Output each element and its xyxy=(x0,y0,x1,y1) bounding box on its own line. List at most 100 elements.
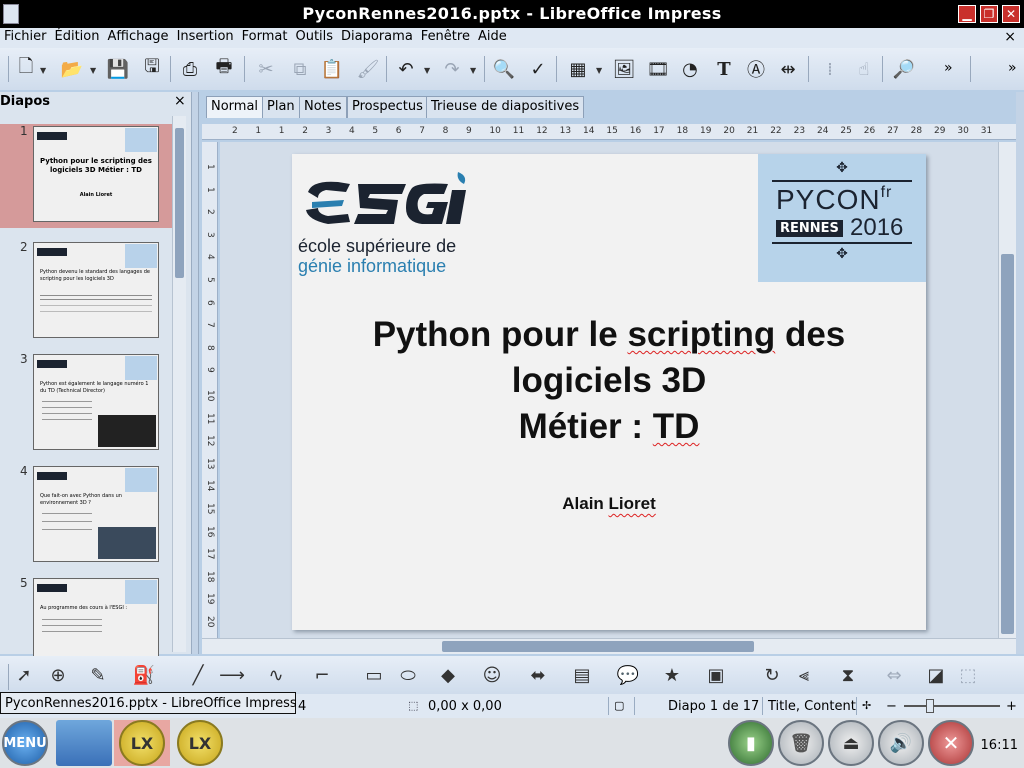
arrow-line-icon[interactable]: ⟶ xyxy=(219,664,245,686)
scrollbar-thumb[interactable] xyxy=(442,641,754,652)
table-icon[interactable]: ▦ xyxy=(566,58,590,80)
3d-objects-icon[interactable]: ▣ xyxy=(704,664,728,686)
redo-dropdown-chevron-icon[interactable]: ▼ xyxy=(470,66,476,75)
menu-edition[interactable]: Édition xyxy=(51,28,104,44)
slide-thumb-1[interactable]: 1 Python pour le scripting des logiciels… xyxy=(0,124,172,228)
new-document-icon[interactable]: 🗋 xyxy=(14,56,38,80)
start-menu-button[interactable]: MENU xyxy=(2,720,48,766)
zoom-out-icon[interactable]: − xyxy=(886,699,897,714)
menu-affichage[interactable]: Affichage xyxy=(103,28,172,44)
print-icon[interactable]: 🖶 xyxy=(212,56,236,80)
chart-icon[interactable]: ◔ xyxy=(678,58,702,80)
zoom-pan-icon[interactable]: ⊕ xyxy=(46,664,70,686)
taskbar-item-impress[interactable]: LX xyxy=(114,720,170,766)
fit-slide-icon[interactable]: ✢ xyxy=(862,699,871,712)
undo-icon[interactable]: ↶ xyxy=(394,58,418,80)
slide-title[interactable]: Python pour le scripting des logiciels 3… xyxy=(292,312,926,450)
tab-prospectus[interactable]: Prospectus xyxy=(347,96,428,118)
toolbar-overflow-icon-2[interactable]: » xyxy=(1008,60,1017,76)
menu-format[interactable]: Format xyxy=(238,28,292,44)
distribute-icon[interactable]: ⇔ xyxy=(882,664,906,686)
block-arrows-icon[interactable]: ⬌ xyxy=(526,664,550,686)
close-window-button[interactable]: ✕ xyxy=(1002,5,1020,23)
vertical-ruler[interactable]: 1123456789101112131415161718192021 xyxy=(202,142,218,638)
open-dropdown-chevron-icon[interactable]: ▼ xyxy=(90,66,96,75)
align-objects-icon[interactable]: ⫷ xyxy=(792,664,816,686)
right-sidebar-edge[interactable] xyxy=(1016,92,1024,654)
zoom-page-icon[interactable]: 🔎 xyxy=(892,58,916,80)
tab-slide-sorter[interactable]: Trieuse de diapositives xyxy=(426,96,585,118)
select-arrow-icon[interactable]: ➚ xyxy=(12,664,36,686)
slides-pane-scrollbar[interactable] xyxy=(172,116,186,652)
window-titlebar[interactable]: PyconRennes2016.pptx - LibreOffice Impre… xyxy=(0,0,1024,28)
find-replace-icon[interactable]: 🔍 xyxy=(492,58,516,80)
line-color-icon[interactable]: ✎ xyxy=(86,664,110,686)
tab-notes[interactable]: Notes xyxy=(299,96,347,118)
trash-icon[interactable]: 🗑 xyxy=(778,720,824,766)
save-as-icon[interactable]: 🖫 xyxy=(140,56,164,80)
minimize-button[interactable]: ▁ xyxy=(958,5,976,23)
eject-icon[interactable]: ⏏ xyxy=(828,720,874,766)
arrange-icon[interactable]: ⧗ xyxy=(836,664,860,686)
flowchart-icon[interactable]: ▤ xyxy=(570,664,594,686)
zoom-slider[interactable] xyxy=(904,705,1000,707)
new-dropdown-chevron-icon[interactable]: ▼ xyxy=(40,66,46,75)
callouts-icon[interactable]: 💬 xyxy=(616,664,640,686)
stars-icon[interactable]: ★ xyxy=(660,664,684,686)
menu-outils[interactable]: Outils xyxy=(291,28,337,44)
maximize-button[interactable]: ❐ xyxy=(980,5,998,23)
slide-1[interactable]: école supérieure de génie informatique ✥… xyxy=(292,154,926,630)
zoom-slider-handle[interactable] xyxy=(926,699,934,713)
document-modified-icon[interactable]: ▢ xyxy=(614,699,624,712)
menu-insertion[interactable]: Insertion xyxy=(173,28,238,44)
toolbar-overflow-icon[interactable]: » xyxy=(944,60,953,76)
tab-normal[interactable]: Normal xyxy=(206,96,264,118)
slide-thumb-4[interactable]: 4 Que fait-on avec Python dans un enviro… xyxy=(0,464,172,568)
export-pdf-icon[interactable]: ⎙ xyxy=(178,58,202,80)
close-document-icon[interactable]: × xyxy=(1004,29,1016,45)
line-icon[interactable]: ╱ xyxy=(186,664,210,686)
spellcheck-icon[interactable]: ✓ xyxy=(526,58,550,80)
slide-author[interactable]: Alain Lioret xyxy=(292,494,926,514)
symbol-shapes-icon[interactable]: ☺ xyxy=(480,664,504,686)
slide-thumb-3[interactable]: 3 Python est également le langage numéro… xyxy=(0,352,172,456)
scrollbar-thumb[interactable] xyxy=(175,128,184,278)
cut-icon[interactable]: ✂ xyxy=(254,58,278,80)
crop-icon[interactable]: ⬚ xyxy=(956,664,980,686)
fontwork-icon[interactable]: Ⓐ xyxy=(744,58,768,81)
helplines-icon[interactable]: ☝ xyxy=(852,58,876,80)
canvas-vertical-scrollbar[interactable] xyxy=(998,142,1016,638)
ellipse-icon[interactable]: ⬭ xyxy=(396,664,420,686)
connector-icon[interactable]: ⌐ xyxy=(310,664,334,686)
menu-fichier[interactable]: Fichier xyxy=(0,28,51,44)
battery-icon[interactable]: ▮ xyxy=(728,720,774,766)
image-icon[interactable]: 🖼 xyxy=(612,58,636,80)
scrollbar-thumb[interactable] xyxy=(1001,254,1014,634)
paste-icon[interactable]: 📋 xyxy=(320,58,344,80)
close-pane-icon[interactable]: × xyxy=(174,93,186,109)
copy-icon[interactable]: ⧉ xyxy=(288,58,312,80)
rotate-icon[interactable]: ↻ xyxy=(760,664,784,686)
save-icon[interactable]: 💾 xyxy=(106,58,130,80)
file-manager-icon[interactable] xyxy=(56,720,112,766)
canvas-horizontal-scrollbar[interactable] xyxy=(202,638,1016,654)
menu-diaporama[interactable]: Diaporama xyxy=(337,28,417,44)
redo-icon[interactable]: ↷ xyxy=(440,58,464,80)
menu-aide[interactable]: Aide xyxy=(474,28,511,44)
undo-dropdown-chevron-icon[interactable]: ▼ xyxy=(424,66,430,75)
horizontal-ruler[interactable]: 2 1 1 2 3 4 5 6 7 8 9 10 11 12 13 14 15 16 17 18 19 20 21 22 23 2… xyxy=(202,124,1016,140)
slide-thumb-2[interactable]: 2 Python devenu le standard des langages… xyxy=(0,240,172,344)
open-folder-icon[interactable]: 📂 xyxy=(60,58,84,80)
table-dropdown-chevron-icon[interactable]: ▼ xyxy=(596,66,602,75)
hyperlink-icon[interactable]: ⇹ xyxy=(776,58,800,80)
curve-icon[interactable]: ∿ xyxy=(264,664,288,686)
grid-icon[interactable]: ⁞ xyxy=(818,58,842,80)
text-box-icon[interactable]: T xyxy=(712,58,736,80)
network-disconnected-icon[interactable]: ✕ xyxy=(928,720,974,766)
pane-splitter[interactable] xyxy=(191,92,199,654)
media-icon[interactable]: 🎞 xyxy=(646,58,670,80)
zoom-in-icon[interactable]: + xyxy=(1006,699,1017,714)
basic-shapes-icon[interactable]: ◆ xyxy=(436,664,460,686)
fill-color-icon[interactable]: ⛽ xyxy=(132,664,156,686)
volume-icon[interactable]: 🔊 xyxy=(878,720,924,766)
